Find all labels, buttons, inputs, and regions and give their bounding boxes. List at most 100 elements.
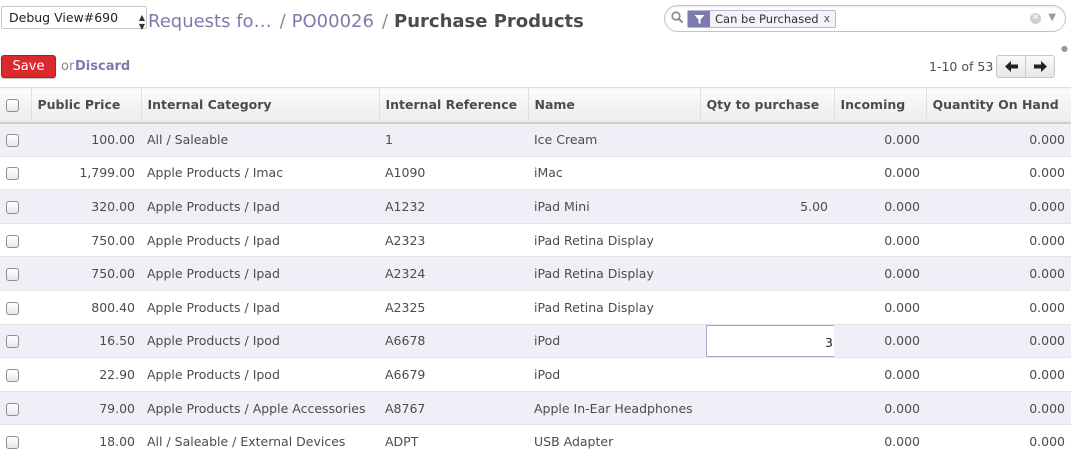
column-header-public-price[interactable]: Public Price [30,87,141,124]
row-checkbox[interactable] [6,134,19,148]
row-checkbox[interactable] [6,200,19,214]
search-input[interactable] [825,10,1025,28]
search-box[interactable]: Can be Purchased x ✕ ▼ [664,5,1066,32]
cell-quantity-on-hand[interactable]: 0.000 [926,357,1071,392]
cell-incoming[interactable]: 0.000 [834,222,926,257]
cell-internal-reference[interactable]: 1 [379,122,528,157]
table-row[interactable]: 320.00 Apple Products / Ipad A1232 iPad … [0,189,1071,224]
pager-value[interactable]: 1-10 of 53 [929,59,993,74]
cell-name[interactable]: Ice Cream [528,122,700,157]
cell-incoming[interactable]: 0.000 [834,289,926,325]
breadcrumb-link-requests[interactable]: Requests fo… [148,11,272,32]
cell-quantity-on-hand[interactable]: 0.000 [926,122,1071,157]
cell-qty-to-purchase[interactable] [700,357,834,392]
cell-quantity-on-hand[interactable]: 0.000 [926,189,1071,224]
cell-qty-to-purchase[interactable]: 5.00 [700,189,834,224]
cell-public-price[interactable]: 750.00 [31,222,141,257]
column-header-internal-reference[interactable]: Internal Reference [378,87,528,124]
cell-name[interactable]: iPod [528,357,700,392]
row-checkbox[interactable] [6,234,19,248]
cell-internal-category[interactable]: Apple Products / Ipad [141,222,379,257]
cell-internal-reference[interactable]: A6679 [379,357,528,392]
cell-quantity-on-hand[interactable]: 0.000 [926,390,1071,425]
cell-incoming[interactable]: 0.000 [834,323,926,358]
cell-internal-category[interactable]: Apple Products / Ipad [141,256,379,291]
column-header-quantity-on-hand[interactable]: Quantity On Hand [925,87,1071,124]
cell-qty-to-purchase[interactable] [700,289,834,325]
row-checkbox[interactable] [6,167,19,181]
cell-incoming[interactable]: 0.000 [834,122,926,157]
cell-internal-reference[interactable]: A2325 [379,289,528,325]
table-row[interactable]: 79.00 Apple Products / Apple Accessories… [0,390,1071,425]
cell-internal-reference[interactable]: A6678 [379,323,528,358]
table-row[interactable]: 100.00 All / Saleable 1 Ice Cream 0.000 … [0,122,1071,157]
cell-quantity-on-hand[interactable]: 0.000 [926,256,1071,291]
column-header-incoming[interactable]: Incoming [833,87,926,124]
discard-button[interactable]: Discard [75,59,130,74]
save-button[interactable]: Save [1,55,56,78]
search-drawer-toggle-icon[interactable]: ▼ [1048,12,1056,23]
pager-next-button[interactable] [1025,56,1054,77]
cell-internal-reference[interactable]: ADPT [379,424,528,458]
column-header-qty-to-purchase[interactable]: Qty to purchase [699,87,834,124]
row-checkbox[interactable] [6,368,19,382]
table-row-editing[interactable]: 16.50 Apple Products / Ipod A6678 iPod 0… [0,323,1071,358]
debug-view-select[interactable]: Debug View#690 ▲ ▼ [1,6,147,31]
cell-qty-to-purchase[interactable] [700,390,834,425]
cell-incoming[interactable]: 0.000 [834,357,926,392]
cell-internal-category[interactable]: Apple Products / Ipad [141,289,379,325]
row-checkbox[interactable] [6,402,19,416]
cell-public-price[interactable]: 18.00 [31,424,141,458]
cell-incoming[interactable]: 0.000 [834,189,926,224]
qty-to-purchase-input[interactable] [706,325,834,357]
clear-search-icon[interactable]: ✕ [1030,13,1041,24]
cell-name[interactable]: iPad Retina Display [528,289,700,325]
table-row[interactable]: 1,799.00 Apple Products / Imac A1090 iMa… [0,155,1071,190]
cell-name[interactable]: USB Adapter [528,424,700,458]
cell-incoming[interactable]: 0.000 [834,155,926,190]
cell-public-price[interactable]: 320.00 [31,189,141,224]
cell-qty-to-purchase[interactable] [700,155,834,190]
cell-internal-reference[interactable]: A8767 [379,390,528,425]
cell-internal-reference[interactable]: A2323 [379,222,528,257]
row-checkbox[interactable] [6,268,19,282]
cell-name[interactable]: Apple In-Ear Headphones [528,390,700,425]
cell-internal-category[interactable]: Apple Products / Ipod [141,357,379,392]
cell-internal-category[interactable]: Apple Products / Apple Accessories [141,390,379,425]
cell-qty-to-purchase[interactable] [700,122,834,157]
row-checkbox[interactable] [6,301,19,315]
cell-public-price[interactable]: 79.00 [31,390,141,425]
cell-qty-to-purchase[interactable] [700,222,834,257]
cell-public-price[interactable]: 750.00 [31,256,141,291]
cell-public-price[interactable]: 100.00 [31,122,141,157]
cell-name[interactable]: iPad Retina Display [528,256,700,291]
column-header-name[interactable]: Name [527,87,700,124]
cell-quantity-on-hand[interactable]: 0.000 [926,424,1071,458]
cell-public-price[interactable]: 16.50 [31,323,141,358]
column-header-internal-category[interactable]: Internal Category [140,87,379,124]
table-row[interactable]: 18.00 All / Saleable / External Devices … [0,424,1071,458]
cell-internal-reference[interactable]: A1090 [379,155,528,190]
cell-quantity-on-hand[interactable]: 0.000 [926,289,1071,325]
cell-quantity-on-hand[interactable]: 0.000 [926,323,1071,358]
cell-qty-to-purchase[interactable] [700,256,834,291]
cell-incoming[interactable]: 0.000 [834,424,926,458]
cell-internal-category-link[interactable]: Apple Products / Ipod [141,323,379,358]
cell-incoming[interactable]: 0.000 [834,256,926,291]
pager-previous-button[interactable] [997,56,1025,77]
table-row[interactable]: 750.00 Apple Products / Ipad A2324 iPad … [0,256,1071,291]
cell-name[interactable]: iPad Mini [528,189,700,224]
cell-internal-category[interactable]: Apple Products / Imac [141,155,379,190]
cell-quantity-on-hand[interactable]: 0.000 [926,155,1071,190]
select-all-checkbox[interactable] [6,99,19,113]
table-row[interactable]: 800.40 Apple Products / Ipad A2325 iPad … [0,289,1071,325]
cell-internal-category[interactable]: All / Saleable [141,122,379,157]
cell-public-price[interactable]: 22.90 [31,357,141,392]
table-row[interactable]: 22.90 Apple Products / Ipod A6679 iPod 0… [0,357,1071,392]
breadcrumb-link-po[interactable]: PO00026 [292,11,374,32]
cell-name[interactable]: iMac [528,155,700,190]
cell-internal-reference[interactable]: A2324 [379,256,528,291]
cell-qty-to-purchase[interactable] [700,424,834,458]
cell-incoming[interactable]: 0.000 [834,390,926,425]
cell-name[interactable]: iPod [528,323,700,358]
